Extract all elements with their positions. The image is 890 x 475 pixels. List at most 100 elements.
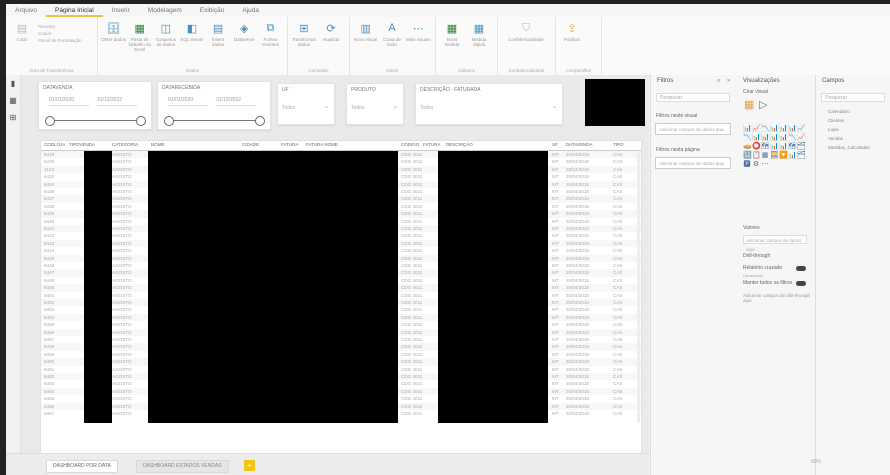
page-tab-dashboard-data[interactable]: DASHBOARD POR DATA xyxy=(46,460,118,473)
fields-search-input[interactable]: Pesquisar xyxy=(821,93,885,102)
column-header[interactable]: CODIGO xyxy=(401,142,419,147)
slider-handle-start[interactable] xyxy=(164,116,174,126)
menu-tab-inserir[interactable]: Inserir xyxy=(103,4,139,17)
visual-type-icon[interactable]: 📊 xyxy=(770,134,779,142)
visual-type-icon[interactable]: 📊 xyxy=(743,125,752,133)
text-box-button[interactable]: A Caixa de texto xyxy=(379,21,404,47)
build-visual-icon[interactable]: ▦ xyxy=(744,98,754,111)
visual-type-icon[interactable]: 📊 xyxy=(770,125,779,133)
column-header[interactable]: FATURA xyxy=(423,142,440,147)
date-to-input[interactable]: 31/12/2022 xyxy=(216,96,256,106)
menu-tab-arquivo[interactable]: Arquivo xyxy=(6,4,46,17)
visual-type-icon[interactable]: 📈 xyxy=(797,125,806,133)
datasets-button[interactable]: ◫ Conjuntos de dados xyxy=(153,21,178,48)
visual-type-icon[interactable]: ⚙ xyxy=(752,161,760,169)
slider-handle-start[interactable] xyxy=(45,116,55,126)
filters-visual-dropzone[interactable]: Adicionar campos de dados aqui xyxy=(655,123,731,135)
field-table-item[interactable]: Clientes xyxy=(828,118,844,123)
visual-type-icon[interactable]: 📊 xyxy=(779,125,788,133)
sql-button[interactable]: ◧ SQL Server xyxy=(179,21,204,43)
more-visuals-button[interactable]: ⋯ Mais visuais xyxy=(406,21,431,43)
model-view-icon[interactable]: ⊞ xyxy=(8,113,18,123)
visual-type-icon[interactable]: 🗺 xyxy=(788,143,797,151)
visual-type-icon[interactable]: 🧮 xyxy=(770,152,779,160)
slider-handle-end[interactable] xyxy=(136,116,146,126)
drillthrough-dropzone[interactable]: Adicionar campos de drill-through aqui xyxy=(743,293,815,303)
table-scrollbar[interactable] xyxy=(637,151,640,423)
copy-button[interactable]: Copiar xyxy=(38,30,82,37)
column-header[interactable]: NOME xyxy=(151,142,165,147)
visual-type-icon[interactable]: 📊 xyxy=(779,143,788,151)
format-visual-icon[interactable]: ▷ xyxy=(759,98,767,111)
chevron-down-icon[interactable]: ⌄ xyxy=(552,103,557,110)
get-data-button[interactable]: 🗄 Obter dados xyxy=(101,21,126,43)
expand-visualizations-button[interactable]: » xyxy=(727,78,730,84)
cut-button[interactable]: Recortar xyxy=(38,23,82,30)
visual-type-icon[interactable]: ⭕ xyxy=(752,143,761,151)
filters-page-dropzone[interactable]: Adicionar campos de dados aqui xyxy=(655,157,731,169)
column-header[interactable]: TIPOVENDA xyxy=(69,142,95,147)
recent-sources-button[interactable]: ⧉ Fontes recentes xyxy=(258,21,283,48)
slicer-datarecebida[interactable]: DATARECEBIDA 01/01/2020 31/12/2022 xyxy=(157,81,271,130)
date-to-input[interactable]: 31/12/2022 xyxy=(97,96,137,106)
field-table-item[interactable]: Vendas xyxy=(828,136,843,141)
values-dropzone[interactable]: Adicionar campos de dados aqui xyxy=(743,235,807,252)
cross-report-toggle[interactable] xyxy=(796,266,806,271)
dataverse-button[interactable]: ◈ Dataverse xyxy=(232,21,257,43)
menu-tab-modelagem[interactable]: Modelagem xyxy=(139,4,191,17)
slider-handle-end[interactable] xyxy=(255,116,265,126)
visual-type-icon[interactable]: ▦ xyxy=(761,152,769,160)
add-page-button[interactable]: + xyxy=(244,460,255,471)
column-header[interactable]: UF xyxy=(552,142,558,147)
visual-type-icon[interactable]: 📊 xyxy=(788,152,797,160)
visual-type-icon[interactable]: 📊 xyxy=(779,134,788,142)
visual-type-icon[interactable]: 📈 xyxy=(797,134,806,142)
column-header[interactable]: CODLOJA xyxy=(44,142,65,147)
excel-button[interactable]: ▦ Pasta de trabalho do Excel xyxy=(127,21,152,53)
column-header[interactable]: TIPO xyxy=(613,142,624,147)
column-header[interactable]: DATAVENDA xyxy=(566,142,593,147)
chevron-down-icon[interactable]: ⌄ xyxy=(324,103,329,110)
slicer-produto[interactable]: PRODUTO Todos ⌄ xyxy=(346,83,404,125)
column-header[interactable]: DESCRIÇÃO xyxy=(446,142,473,147)
visual-type-icon[interactable]: 📉 xyxy=(788,134,797,142)
date-from-input[interactable]: 01/01/2020 xyxy=(49,96,89,106)
visual-type-icon[interactable]: 📊 xyxy=(788,125,797,133)
new-measure-button[interactable]: ▦ Nova medida xyxy=(439,21,465,48)
publish-button[interactable]: ⇪ Publicar xyxy=(559,21,585,43)
menu-tab-ajuda[interactable]: Ajuda xyxy=(233,4,268,17)
field-table-item[interactable]: Medidas_Calculadas xyxy=(828,145,870,150)
page-tab-dashboard-estados[interactable]: DASHBOARD ESTADOS VENDAS xyxy=(136,460,229,473)
visual-type-icon[interactable]: 🗺 xyxy=(761,143,770,151)
enter-data-button[interactable]: ▤ Inserir dados xyxy=(206,21,231,48)
new-visual-button[interactable]: ▥ Novo visual xyxy=(353,21,378,43)
sensitivity-button[interactable]: ⛉ Confidencialidade xyxy=(501,21,551,43)
visual-type-icon[interactable]: 🥧 xyxy=(743,143,752,151)
visual-type-icon[interactable]: 🔢 xyxy=(743,152,752,160)
field-table-item[interactable]: Lojas xyxy=(828,127,839,132)
visual-type-icon[interactable]: 🔽 xyxy=(779,152,788,160)
filters-search-input[interactable]: Pesquisar xyxy=(656,93,730,102)
slicer-datavenda[interactable]: DATAVENDA 01/01/2020 31/12/2022 xyxy=(38,81,152,130)
visual-type-icon[interactable]: 📊 xyxy=(752,134,761,142)
data-view-icon[interactable]: ▦ xyxy=(8,96,18,106)
collapse-filters-button[interactable]: « xyxy=(717,78,720,84)
visual-type-icon[interactable]: 🗂 xyxy=(797,152,806,160)
field-table-item[interactable]: Calendário xyxy=(828,109,850,114)
visual-type-icon[interactable]: 📊 xyxy=(761,134,770,142)
chevron-down-icon[interactable]: ⌄ xyxy=(393,103,398,110)
column-header[interactable]: CIDADE xyxy=(242,142,259,147)
refresh-button[interactable]: ⟳ Atualizar xyxy=(318,21,344,43)
visual-type-icon[interactable]: 📉 xyxy=(743,134,752,142)
column-header[interactable]: CATEGORIA xyxy=(112,142,138,147)
transform-data-button[interactable]: ⊞ Transformar dados xyxy=(291,21,317,48)
format-painter-button[interactable]: Pincel de Formatação xyxy=(38,37,82,44)
visual-type-icon[interactable]: 📋 xyxy=(752,152,761,160)
visual-type-icon[interactable]: ⋯ xyxy=(761,161,769,169)
visual-type-icon[interactable]: 📈 xyxy=(752,125,761,133)
report-view-icon[interactable]: ▮ xyxy=(8,79,18,89)
menu-tab-exibicao[interactable]: Exibição xyxy=(191,4,234,17)
paste-button[interactable]: ▤ Colar xyxy=(9,21,35,43)
visual-type-icon[interactable]: 🗂 xyxy=(797,143,806,151)
column-header[interactable]: FATURA xyxy=(281,142,298,147)
